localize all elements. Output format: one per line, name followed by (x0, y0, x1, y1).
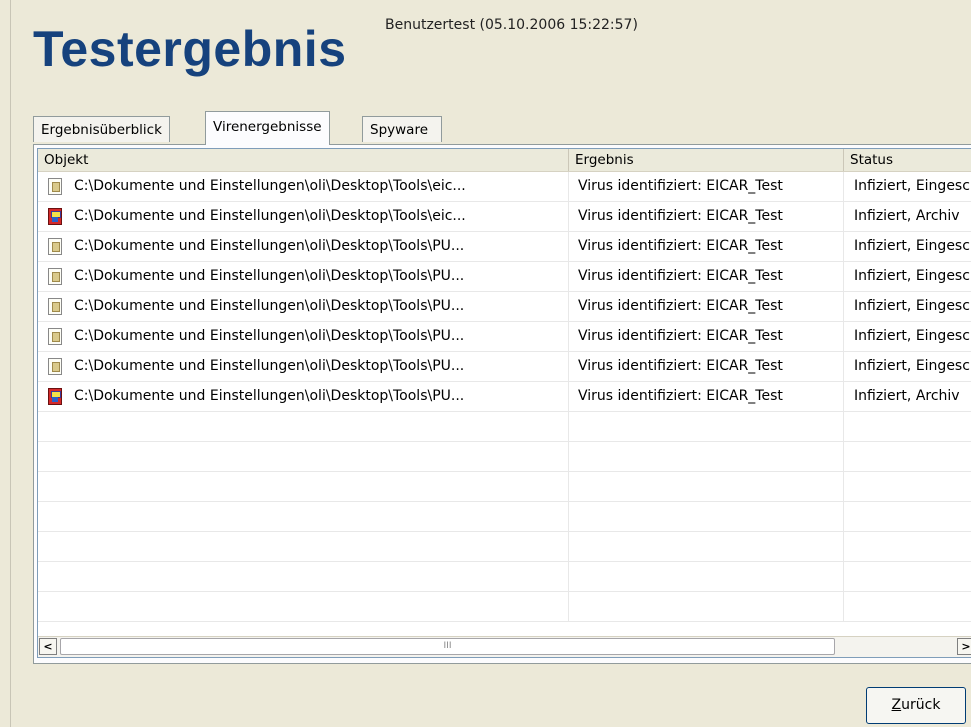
cell-objekt: C:\Dokumente und Einstellungen\oli\Deskt… (38, 262, 569, 291)
cell-ergebnis: Virus identifiziert: EICAR_Test (569, 382, 844, 411)
objekt-path: C:\Dokumente und Einstellungen\oli\Deskt… (74, 298, 465, 314)
empty-cell (38, 562, 569, 591)
document-icon (48, 268, 62, 285)
empty-cell (844, 562, 971, 591)
table-row[interactable]: C:\Dokumente und Einstellungen\oli\Deskt… (38, 292, 971, 322)
empty-cell (844, 472, 971, 501)
empty-row (38, 562, 971, 592)
empty-cell (844, 412, 971, 441)
horizontal-scrollbar[interactable]: < III > (38, 636, 971, 657)
virus-results-list[interactable]: Objekt Ergebnis Status C:\Dokumente und … (37, 148, 971, 658)
table-row[interactable]: C:\Dokumente und Einstellungen\oli\Deskt… (38, 172, 971, 202)
objekt-path: C:\Dokumente und Einstellungen\oli\Deskt… (74, 328, 465, 344)
empty-cell (569, 562, 844, 591)
cell-status: Infiziert, Eingeschränkt (844, 352, 971, 381)
table-row[interactable]: C:\Dokumente und Einstellungen\oli\Deskt… (38, 202, 971, 232)
document-icon (48, 238, 62, 255)
empty-cell (569, 472, 844, 501)
document-icon (48, 328, 62, 345)
empty-cell (844, 442, 971, 471)
empty-row (38, 532, 971, 562)
list-header: Objekt Ergebnis Status (38, 149, 971, 172)
cell-ergebnis: Virus identifiziert: EICAR_Test (569, 172, 844, 201)
cell-objekt: C:\Dokumente und Einstellungen\oli\Deskt… (38, 382, 569, 411)
arrow-left-icon[interactable]: < (39, 638, 57, 655)
objekt-path: C:\Dokumente und Einstellungen\oli\Deskt… (74, 238, 465, 254)
cell-ergebnis: Virus identifiziert: EICAR_Test (569, 322, 844, 351)
empty-cell (569, 412, 844, 441)
cell-status: Infiziert, Eingeschränkt (844, 232, 971, 261)
table-row[interactable]: C:\Dokumente und Einstellungen\oli\Deskt… (38, 352, 971, 382)
document-icon (48, 178, 62, 195)
empty-cell (38, 502, 569, 531)
objekt-path: C:\Dokumente und Einstellungen\oli\Deskt… (74, 178, 466, 194)
cell-status: Infiziert, Archiv (844, 382, 971, 411)
cell-objekt: C:\Dokumente und Einstellungen\oli\Deskt… (38, 292, 569, 321)
empty-row (38, 412, 971, 442)
objekt-path: C:\Dokumente und Einstellungen\oli\Deskt… (74, 268, 465, 284)
table-row[interactable]: C:\Dokumente und Einstellungen\oli\Deskt… (38, 232, 971, 262)
objekt-path: C:\Dokumente und Einstellungen\oli\Deskt… (74, 358, 465, 374)
scrollbar-thumb[interactable]: III (60, 638, 835, 655)
cell-objekt: C:\Dokumente und Einstellungen\oli\Deskt… (38, 352, 569, 381)
tab-spyware-gefunden[interactable]: Spyware gefunden (362, 116, 443, 164)
empty-row (38, 592, 971, 622)
back-button[interactable]: Zurück (866, 687, 966, 724)
column-header-ergebnis[interactable]: Ergebnis (569, 149, 844, 171)
empty-cell (844, 502, 971, 531)
page-title: Testergebnis (33, 21, 347, 77)
empty-cell (38, 412, 569, 441)
empty-cell (844, 592, 971, 621)
cell-objekt: C:\Dokumente und Einstellungen\oli\Deskt… (38, 172, 569, 201)
test-info-label: Benutzertest (05.10.2006 15:22:57) (385, 17, 638, 33)
column-header-objekt[interactable]: Objekt (38, 149, 569, 171)
empty-row (38, 472, 971, 502)
archive-icon (48, 388, 62, 405)
empty-cell (38, 592, 569, 621)
objekt-path: C:\Dokumente und Einstellungen\oli\Deskt… (74, 208, 466, 224)
cell-objekt: C:\Dokumente und Einstellungen\oli\Deskt… (38, 232, 569, 261)
empty-cell (569, 502, 844, 531)
table-row[interactable]: C:\Dokumente und Einstellungen\oli\Deskt… (38, 322, 971, 352)
window-left-edge (0, 0, 11, 727)
empty-cell (38, 532, 569, 561)
table-row[interactable]: C:\Dokumente und Einstellungen\oli\Deskt… (38, 382, 971, 412)
cell-status: Infiziert, Archiv (844, 202, 971, 231)
empty-cell (569, 592, 844, 621)
empty-cell (569, 532, 844, 561)
empty-cell (569, 442, 844, 471)
archive-icon (48, 208, 62, 225)
back-button-mnemonic: Z (891, 697, 902, 713)
cell-ergebnis: Virus identifiziert: EICAR_Test (569, 352, 844, 381)
cell-status: Infiziert, Eingeschränkt (844, 322, 971, 351)
document-icon (48, 358, 62, 375)
cell-ergebnis: Virus identifiziert: EICAR_Test (569, 292, 844, 321)
empty-cell (844, 532, 971, 561)
cell-status: Infiziert, Eingeschränkt (844, 262, 971, 291)
document-icon (48, 298, 62, 315)
cell-status: Infiziert, Eingeschränkt (844, 292, 971, 321)
back-button-label: urück (901, 697, 941, 713)
empty-row (38, 442, 971, 472)
cell-status: Infiziert, Eingeschränkt (844, 172, 971, 201)
cell-objekt: C:\Dokumente und Einstellungen\oli\Deskt… (38, 202, 569, 231)
empty-cell (38, 442, 569, 471)
table-row[interactable]: C:\Dokumente und Einstellungen\oli\Deskt… (38, 262, 971, 292)
empty-cell (38, 472, 569, 501)
tab-ergebnisueberblick[interactable]: Ergebnisüberblick (33, 116, 170, 142)
cell-ergebnis: Virus identifiziert: EICAR_Test (569, 262, 844, 291)
tab-virenergebnisse[interactable]: Virenergebnisse (205, 111, 330, 145)
objekt-path: C:\Dokumente und Einstellungen\oli\Deskt… (74, 388, 465, 404)
cell-ergebnis: Virus identifiziert: EICAR_Test (569, 232, 844, 261)
empty-row (38, 502, 971, 532)
cell-ergebnis: Virus identifiziert: EICAR_Test (569, 202, 844, 231)
column-header-status[interactable]: Status (844, 149, 971, 171)
cell-objekt: C:\Dokumente und Einstellungen\oli\Deskt… (38, 322, 569, 351)
arrow-right-icon[interactable]: > (957, 638, 971, 655)
